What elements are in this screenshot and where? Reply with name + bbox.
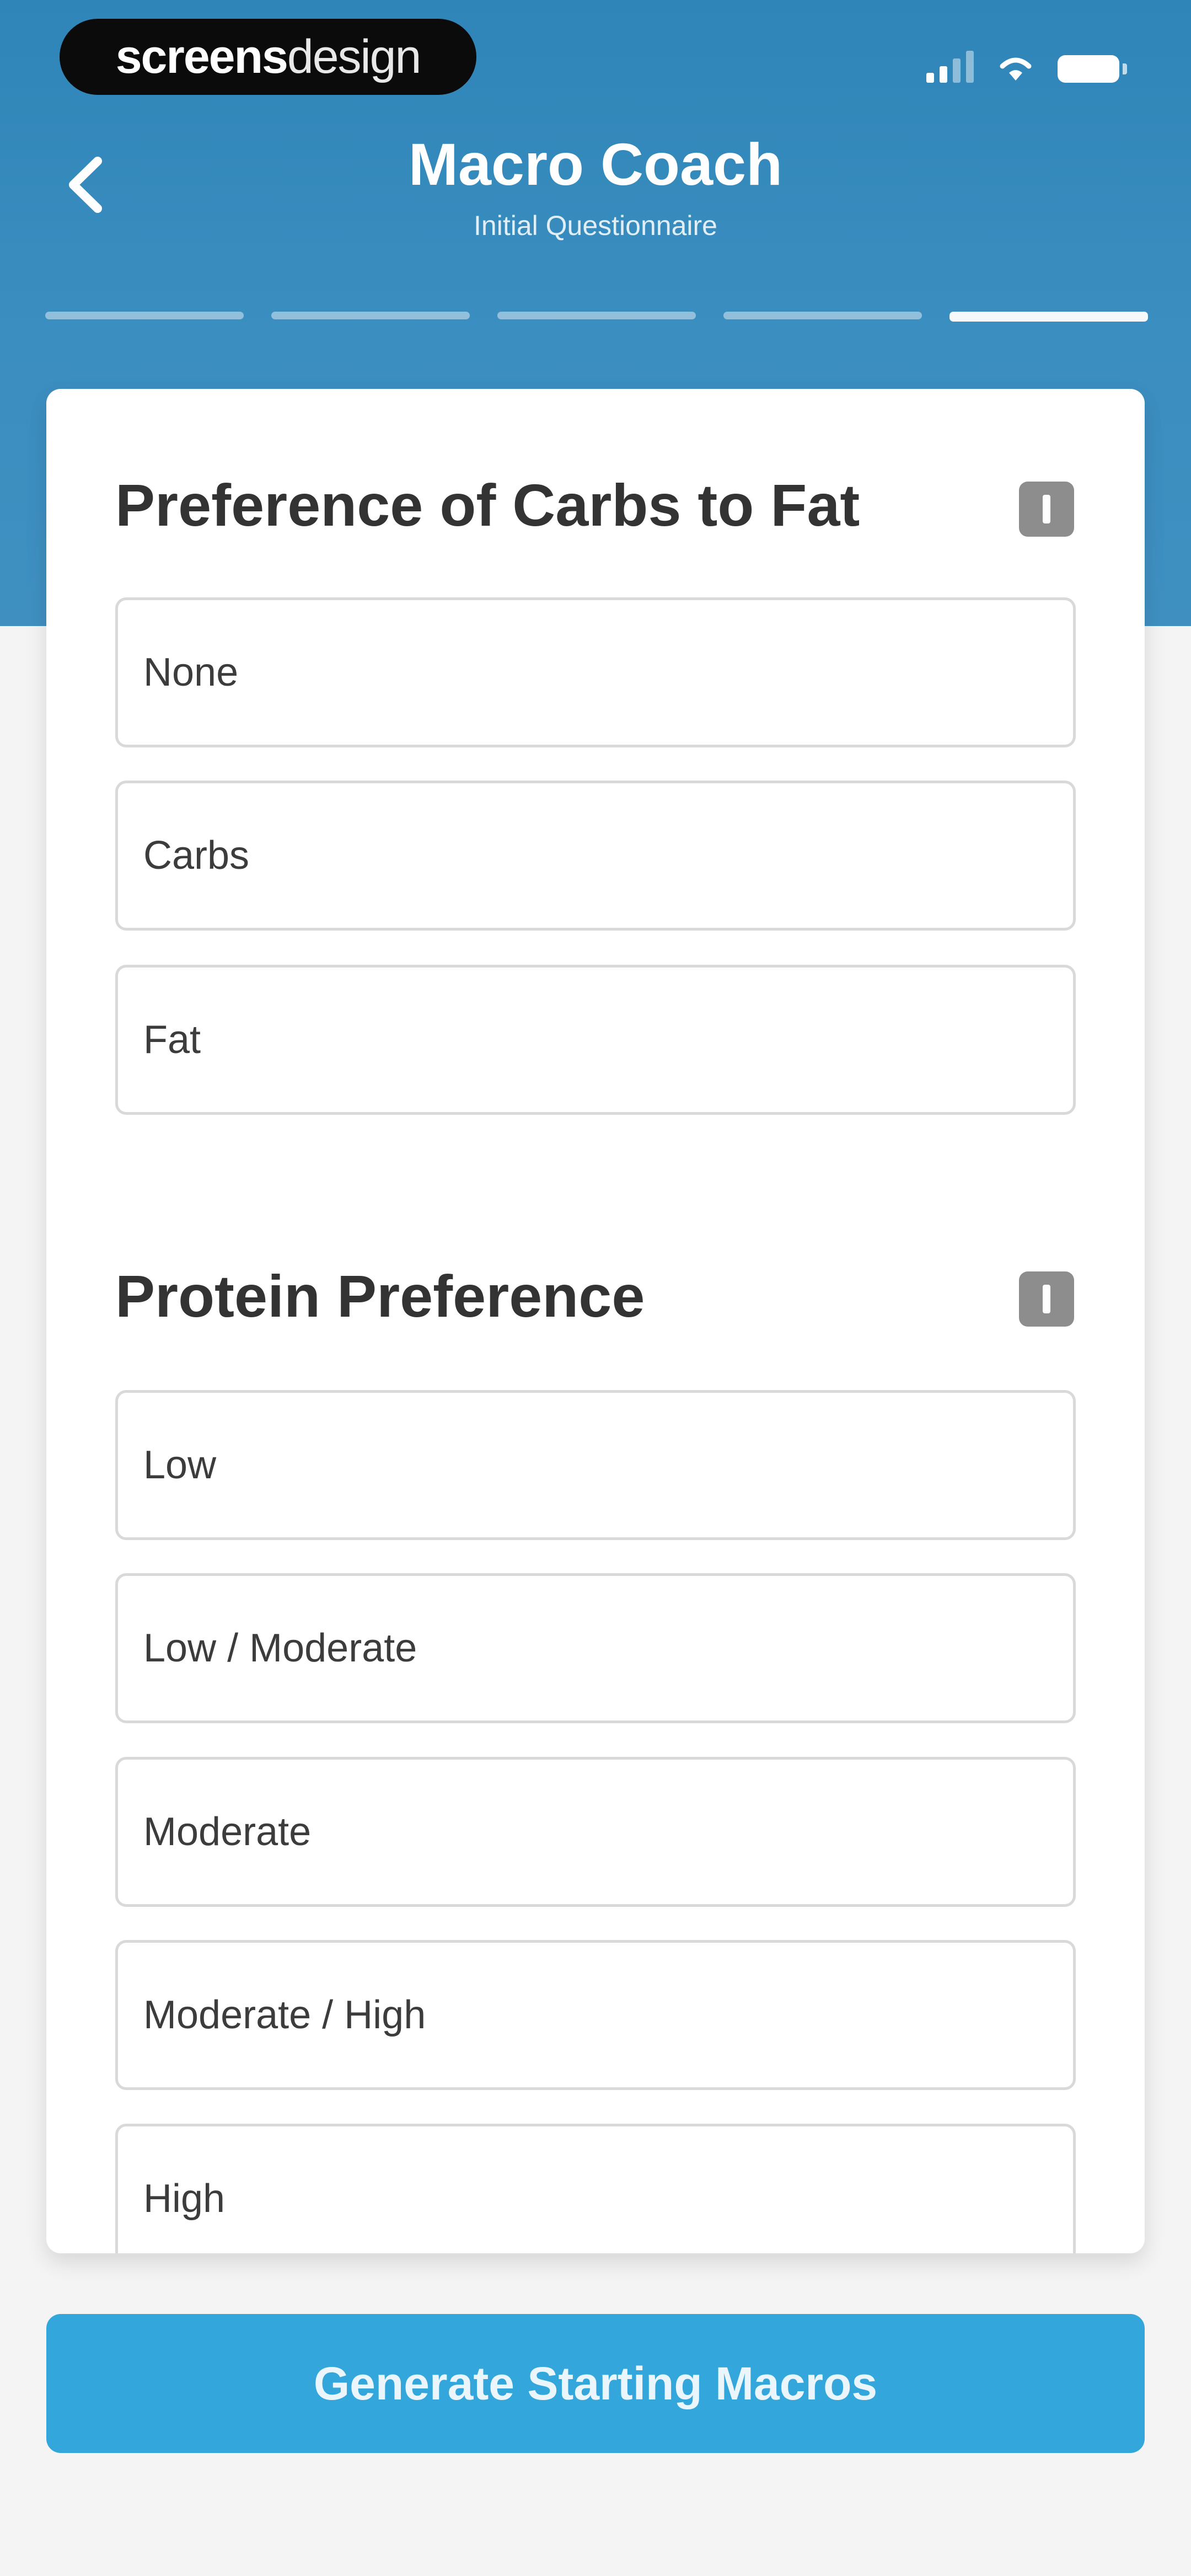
section-title-carbs-fat: Preference of Carbs to Fat	[115, 472, 860, 538]
option-moderate[interactable]: Moderate	[115, 1757, 1076, 1907]
info-icon[interactable]	[1019, 482, 1074, 537]
option-carbs[interactable]: Carbs	[115, 781, 1076, 931]
wifi-icon	[1000, 57, 1032, 81]
option-moderate-high[interactable]: Moderate / High	[115, 1940, 1076, 2090]
info-icon[interactable]	[1019, 1271, 1074, 1327]
generate-macros-button[interactable]: Generate Starting Macros	[46, 2314, 1145, 2453]
option-none[interactable]: None	[115, 597, 1076, 747]
status-icons	[926, 50, 1127, 83]
option-low[interactable]: Low	[115, 1390, 1076, 1540]
questionnaire-card[interactable]: Preference of Carbs to Fat None Carbs Fa…	[46, 389, 1145, 2253]
page-subtitle: Initial Questionnaire	[474, 210, 717, 241]
cellular-signal-icon	[926, 50, 974, 83]
battery-icon	[1058, 55, 1127, 83]
section-title-protein: Protein Preference	[115, 1263, 645, 1329]
progress-step-1	[45, 312, 244, 319]
progress-step-2	[271, 312, 470, 319]
progress-step-4	[723, 312, 922, 319]
progress-step-5	[949, 312, 1148, 322]
step-progress	[45, 312, 1148, 324]
progress-step-3	[497, 312, 696, 319]
page-title: Macro Coach	[408, 131, 783, 197]
brand-bold-text: screens	[115, 30, 288, 83]
option-fat[interactable]: Fat	[115, 965, 1076, 1115]
option-high[interactable]: High	[115, 2124, 1076, 2253]
brand-watermark: screens design	[60, 19, 476, 95]
option-low-moderate[interactable]: Low / Moderate	[115, 1573, 1076, 1723]
brand-light-text: design	[287, 30, 421, 83]
